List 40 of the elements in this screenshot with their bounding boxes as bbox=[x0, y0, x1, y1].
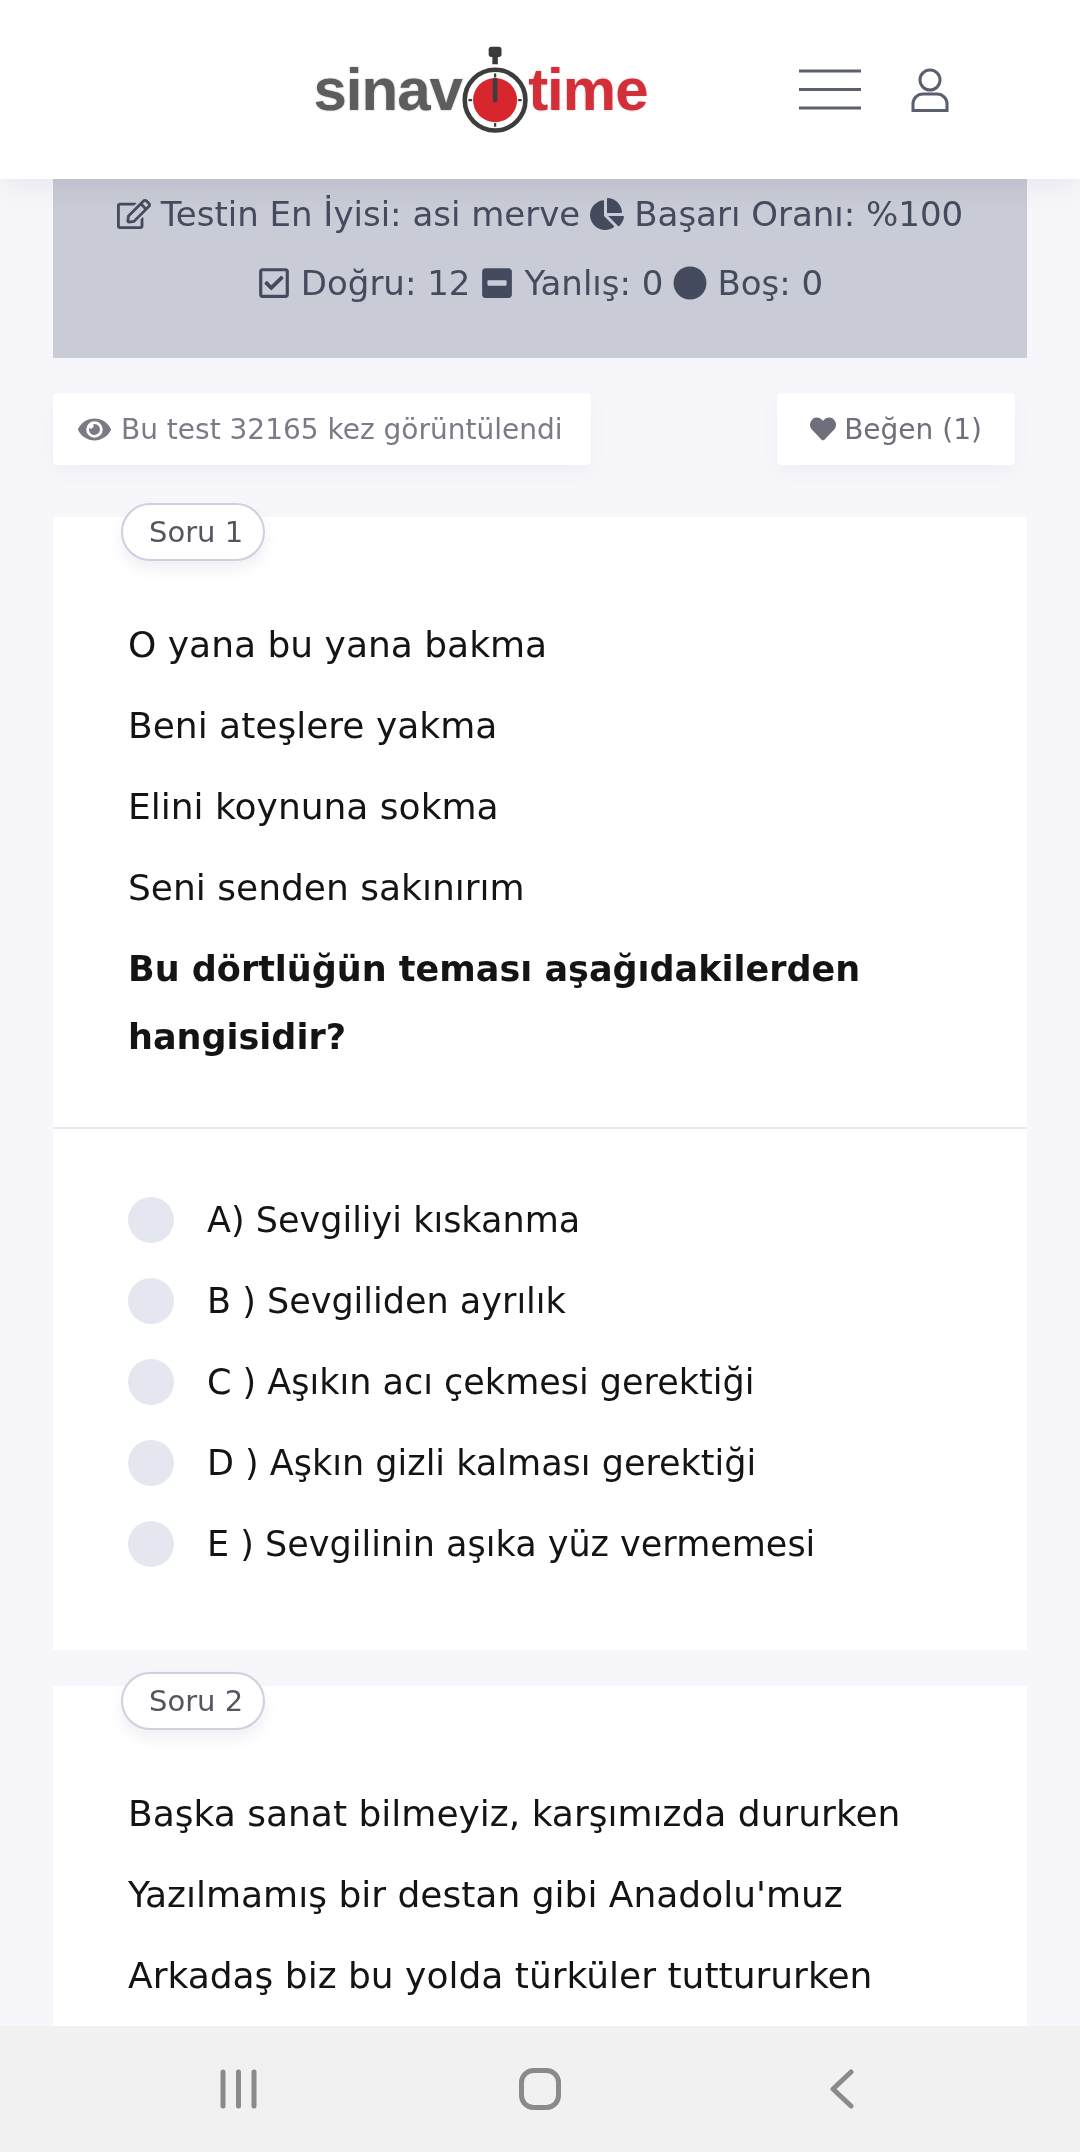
heart-icon bbox=[810, 416, 837, 442]
question-text: Başka sanat bilmeyiz, karşımızda dururken bbox=[128, 1792, 902, 1836]
question-text: Yazılmamış bir destan gibi Anadolu'muz bbox=[128, 1873, 844, 1917]
radio-button[interactable] bbox=[128, 1358, 174, 1405]
stat-text: Testin En İyisi: asi merve bbox=[160, 193, 581, 234]
answer-option[interactable]: E ) Sevgilinin aşıka yüz vermemesi bbox=[207, 1523, 816, 1564]
dot-icon bbox=[673, 265, 708, 300]
question-prompt: Bu dörtlüğün teması aşağıdakilerden hangisidir? bbox=[128, 948, 862, 1059]
stat-text: Yanlış: 0 bbox=[524, 262, 664, 303]
back-icon[interactable] bbox=[830, 2069, 854, 2109]
answer-option[interactable]: C ) Aşıkın acı çekmesi gerektiği bbox=[207, 1361, 755, 1402]
checkbox-icon bbox=[256, 265, 291, 300]
recent-apps-icon[interactable] bbox=[219, 2069, 257, 2109]
radio-button[interactable] bbox=[128, 1196, 174, 1243]
logo-text[interactable]: sinav bbox=[313, 59, 462, 120]
like-button[interactable]: Beğen (1) bbox=[777, 393, 1015, 465]
question-label: Soru 2 bbox=[121, 1672, 266, 1730]
minus-icon bbox=[480, 265, 515, 300]
home-icon[interactable] bbox=[519, 2068, 561, 2110]
question-text: Beni ateşlere yakma bbox=[128, 704, 499, 748]
answer-option[interactable]: A) Sevgiliyi kıskanma bbox=[207, 1199, 581, 1240]
edit-icon bbox=[116, 196, 151, 231]
pie-chart-icon bbox=[590, 196, 625, 231]
question-text: O yana bu yana bakma bbox=[128, 623, 549, 667]
stat-text: Başarı Oranı: %100 bbox=[634, 193, 964, 234]
question-label: Soru 1 bbox=[121, 503, 266, 561]
answer-option[interactable]: D ) Aşkın gizli kalması gerektiği bbox=[207, 1442, 757, 1483]
question-text: Arkadaş biz bu yolda türküler tuttururken bbox=[128, 1954, 874, 1998]
question-text: Seni senden sakınırım bbox=[128, 866, 526, 910]
question-text: Elini koynuna sokma bbox=[128, 785, 500, 829]
user-icon[interactable] bbox=[910, 67, 949, 112]
answer-option[interactable]: B ) Sevgiliden ayrılık bbox=[207, 1280, 566, 1321]
stat-text: Doğru: 12 bbox=[300, 262, 471, 303]
view-count-text: Bu test 32165 kez görüntülendi bbox=[121, 412, 563, 446]
radio-button[interactable] bbox=[128, 1277, 174, 1324]
menu-icon[interactable] bbox=[798, 69, 861, 110]
radio-button[interactable] bbox=[128, 1439, 174, 1486]
radio-button[interactable] bbox=[128, 1520, 174, 1567]
logo-text[interactable]: time bbox=[528, 59, 648, 120]
stat-text: Boş: 0 bbox=[717, 262, 824, 303]
